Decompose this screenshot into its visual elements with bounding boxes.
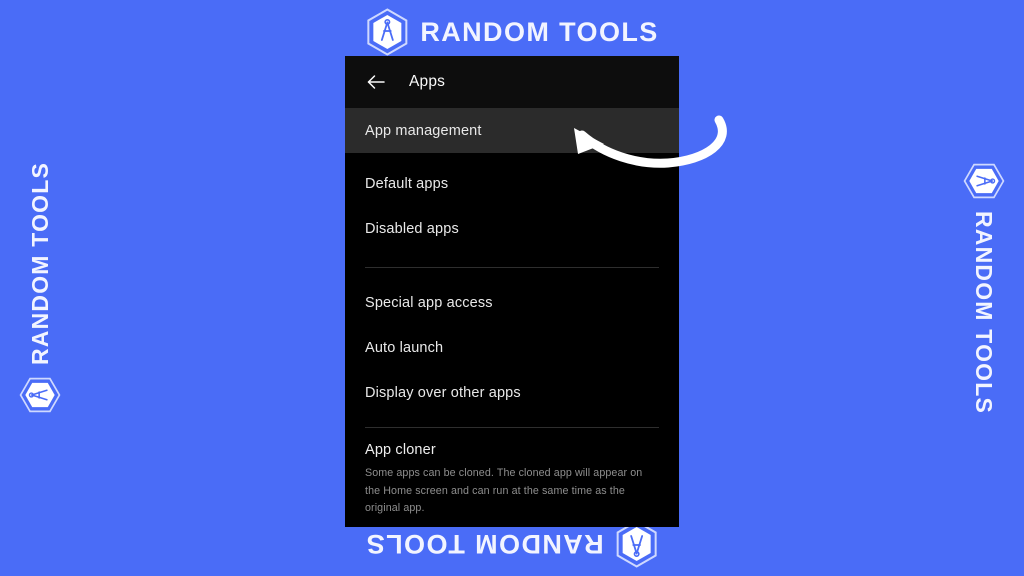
page-title: Apps (409, 73, 446, 90)
menu-item-label: Disabled apps (365, 220, 459, 237)
app-cloner-title: App cloner (365, 442, 436, 458)
watermark-bottom: RANDOM TOOLS (365, 520, 658, 568)
menu-item-label: Special app access (365, 294, 493, 311)
menu-group-one: App management Default apps Disabled app… (345, 108, 679, 251)
menu-item-display-over-other-apps[interactable]: Display over other apps (345, 370, 679, 415)
watermark-brand-text: RANDOM TOOLS (420, 16, 659, 47)
back-arrow-icon[interactable] (365, 71, 387, 93)
menu-group-two: Special app access Auto launch Display o… (345, 280, 679, 415)
watermark-brand-text: RANDOM TOOLS (971, 210, 998, 415)
row-spacer (345, 153, 679, 161)
menu-item-label: Auto launch (365, 339, 444, 356)
watermark-brand-text: RANDOM TOOLS (365, 529, 604, 560)
menu-item-label: Display over other apps (365, 384, 521, 401)
hexagon-compass-icon (19, 376, 61, 414)
menu-item-label: Default apps (365, 175, 449, 192)
screenshot-canvas: RANDOM TOOLS RANDOM TOOLS RANDOM TOOLS R… (0, 0, 1024, 576)
menu-item-special-app-access[interactable]: Special app access (345, 280, 679, 325)
menu-item-default-apps[interactable]: Default apps (345, 161, 679, 206)
hexagon-compass-icon (365, 8, 409, 56)
watermark-right: RANDOM TOOLS (963, 138, 1005, 438)
menu-item-app-cloner[interactable]: App cloner Some apps can be cloned. The … (345, 428, 679, 518)
hexagon-compass-icon (963, 162, 1005, 200)
menu-item-auto-launch[interactable]: Auto launch (345, 325, 679, 370)
hexagon-compass-icon (615, 520, 659, 568)
panel-header: Apps (345, 56, 679, 108)
menu-item-disabled-apps[interactable]: Disabled apps (345, 206, 679, 251)
menu-item-app-management[interactable]: App management (345, 108, 679, 153)
app-cloner-description: Some apps can be cloned. The cloned app … (365, 467, 643, 515)
apps-settings-panel: Apps App management Default apps Disable… (345, 56, 679, 527)
watermark-top: RANDOM TOOLS (365, 8, 658, 56)
menu-item-label: App management (365, 122, 482, 139)
watermark-brand-text: RANDOM TOOLS (26, 161, 53, 366)
watermark-left: RANDOM TOOLS (19, 138, 61, 438)
